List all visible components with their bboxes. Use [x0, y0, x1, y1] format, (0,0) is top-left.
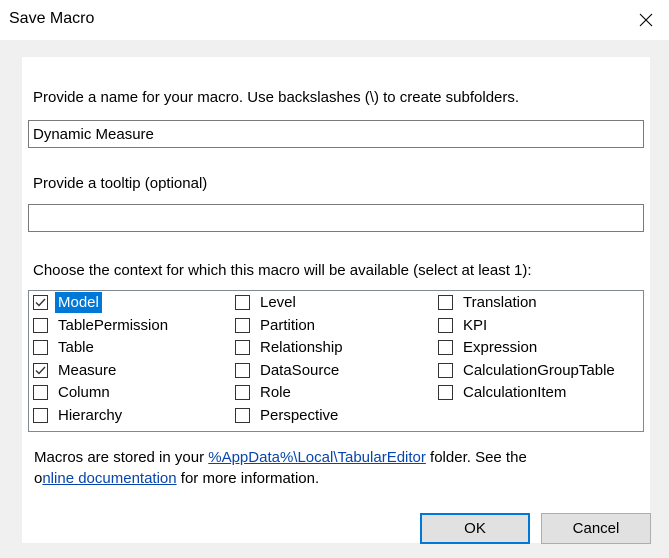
context-item[interactable]: Role	[235, 382, 294, 403]
context-item[interactable]: CalculationGroupTable	[438, 360, 618, 381]
close-button[interactable]	[623, 0, 669, 40]
context-item-label: Expression	[463, 339, 538, 356]
checkbox[interactable]	[33, 318, 48, 333]
context-item-label: Translation	[463, 294, 537, 311]
context-label: Choose the context for which this macro …	[33, 262, 532, 279]
info-text-4: for more information.	[176, 470, 320, 487]
context-item[interactable]: Translation	[438, 292, 540, 313]
context-item-label: DataSource	[260, 362, 340, 379]
context-item[interactable]: Model	[33, 292, 102, 313]
info-text-2: folder. See the	[425, 449, 527, 466]
checkbox[interactable]	[235, 295, 250, 310]
context-item[interactable]: KPI	[438, 315, 490, 336]
context-item-label: TablePermission	[58, 317, 169, 334]
checkbox[interactable]	[235, 318, 250, 333]
context-item-label: Model	[55, 292, 102, 313]
context-item[interactable]: Table	[33, 337, 97, 358]
checkbox[interactable]	[33, 363, 48, 378]
context-item[interactable]: Partition	[235, 315, 318, 336]
context-item-label: CalculationGroupTable	[463, 362, 615, 379]
checkbox[interactable]	[438, 295, 453, 310]
context-item-label: Table	[58, 339, 94, 356]
checkbox[interactable]	[438, 363, 453, 378]
checkbox[interactable]	[235, 363, 250, 378]
context-item[interactable]: TablePermission	[33, 315, 171, 336]
context-item[interactable]: Perspective	[235, 405, 341, 426]
appdata-path-link[interactable]: %AppData%\Local\TabularEditor	[208, 449, 426, 466]
ok-button[interactable]: OK	[420, 513, 530, 544]
checkmark-icon	[35, 298, 46, 307]
context-item-label: Column	[58, 384, 110, 401]
macro-name-input[interactable]	[28, 120, 644, 148]
context-item-label: Measure	[58, 362, 117, 379]
context-item-label: Relationship	[260, 339, 343, 356]
checkbox[interactable]	[33, 408, 48, 423]
checkbox[interactable]	[438, 385, 453, 400]
title-bar: Save Macro	[0, 0, 669, 40]
context-item[interactable]: CalculationItem	[438, 382, 569, 403]
context-item[interactable]: DataSource	[235, 360, 342, 381]
name-label: Provide a name for your macro. Use backs…	[33, 89, 520, 106]
tooltip-input[interactable]	[28, 204, 644, 232]
checkbox[interactable]	[438, 340, 453, 355]
checkbox[interactable]	[33, 295, 48, 310]
checkbox[interactable]	[33, 385, 48, 400]
checkmark-icon	[35, 366, 46, 375]
info-text-1: Macros are stored in your	[34, 449, 209, 466]
cancel-button[interactable]: Cancel	[541, 513, 651, 544]
context-item-label: Perspective	[260, 407, 339, 424]
checkbox[interactable]	[235, 385, 250, 400]
context-item-label: Partition	[260, 317, 316, 334]
context-item[interactable]: Hierarchy	[33, 405, 125, 426]
online-documentation-link[interactable]: nline documentation	[42, 470, 176, 487]
context-item[interactable]: Level	[235, 292, 299, 313]
tooltip-label: Provide a tooltip (optional)	[33, 175, 208, 192]
context-item[interactable]: Relationship	[235, 337, 346, 358]
checkbox[interactable]	[33, 340, 48, 355]
context-item[interactable]: Expression	[438, 337, 540, 358]
context-checklist[interactable]: Model TablePermission Table Measure Column Hi…	[28, 290, 644, 432]
context-item[interactable]: Measure	[33, 360, 119, 381]
context-item-label: Role	[260, 384, 291, 401]
checkbox[interactable]	[235, 408, 250, 423]
context-item-label: CalculationItem	[463, 384, 567, 401]
storage-info: Macros are stored in your %AppData%\Loca…	[34, 447, 527, 489]
window-title: Save Macro	[9, 10, 95, 27]
form-panel: Provide a name for your macro. Use backs…	[22, 57, 650, 543]
dialog-client: Provide a name for your macro. Use backs…	[0, 40, 669, 558]
context-item-label: Level	[260, 294, 296, 311]
close-icon	[639, 13, 653, 27]
context-item-label: KPI	[463, 317, 488, 334]
checkbox[interactable]	[235, 340, 250, 355]
context-item[interactable]: Column	[33, 382, 113, 403]
context-item-label: Hierarchy	[58, 407, 123, 424]
checkbox[interactable]	[438, 318, 453, 333]
